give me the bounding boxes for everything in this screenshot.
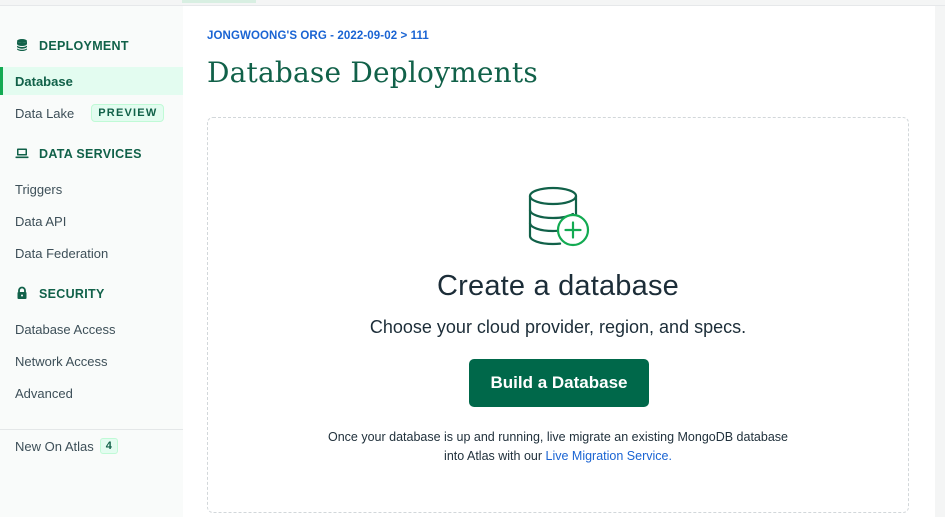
- sidebar-item-label: Database Access: [15, 321, 116, 337]
- sidebar-item-advanced[interactable]: Advanced: [0, 379, 183, 407]
- sidebar-item-label: Advanced: [15, 385, 73, 401]
- sidebar-item-label: New On Atlas: [15, 438, 94, 454]
- preview-badge: PREVIEW: [91, 104, 165, 122]
- database-add-icon: [528, 186, 592, 248]
- database-icon: [15, 38, 29, 55]
- section-heading-security: SECURITY: [15, 284, 105, 304]
- section-heading-deployment: DEPLOYMENT: [15, 36, 129, 56]
- section-heading-label: DATA SERVICES: [39, 147, 142, 161]
- sidebar-item-data-api[interactable]: Data API: [0, 207, 183, 235]
- section-heading-data-services: DATA SERVICES: [15, 144, 142, 164]
- sidebar-divider: [0, 429, 183, 430]
- sidebar-item-label: Data Lake: [15, 105, 75, 121]
- sidebar-item-database[interactable]: Database: [0, 67, 183, 95]
- top-bar-accent: [182, 0, 256, 3]
- sidebar-item-label: Triggers: [15, 181, 63, 197]
- breadcrumb[interactable]: JONGWOONG'S ORG - 2022-09-02 > 111: [207, 30, 429, 42]
- empty-state-card: Create a database Choose your cloud prov…: [207, 117, 909, 513]
- sidebar-item-network-access[interactable]: Network Access: [0, 347, 183, 375]
- scroll-gutter: [935, 6, 945, 517]
- page-title: Database Deployments: [207, 56, 538, 89]
- migration-footnote: Once your database is up and running, li…: [208, 428, 908, 466]
- sidebar-item-label: Network Access: [15, 353, 108, 369]
- footnote-line2: into Atlas with our: [444, 449, 546, 463]
- sidebar-item-new-on-atlas[interactable]: New On Atlas 4: [0, 432, 183, 460]
- empty-state-title: Create a database: [436, 270, 679, 302]
- section-heading-label: DEPLOYMENT: [39, 39, 129, 53]
- footnote-line1: Once your database is up and running, li…: [327, 430, 788, 444]
- sidebar-item-triggers[interactable]: Triggers: [0, 175, 183, 203]
- sidebar: DEPLOYMENT Database Data Lake PREVIEW DA…: [0, 6, 183, 517]
- sidebar-item-label: Database: [15, 73, 73, 89]
- empty-state-subtitle: Choose your cloud provider, region, and …: [369, 317, 747, 337]
- sidebar-item-label: Data Federation: [15, 245, 109, 261]
- count-badge: 4: [99, 438, 118, 454]
- section-heading-label: SECURITY: [39, 287, 105, 301]
- build-database-button[interactable]: Build a Database: [469, 359, 649, 407]
- lock-icon: [15, 286, 29, 303]
- laptop-icon: [15, 146, 29, 163]
- sidebar-item-data-lake[interactable]: Data Lake PREVIEW: [0, 99, 183, 127]
- sidebar-item-database-access[interactable]: Database Access: [0, 315, 183, 343]
- sidebar-item-data-federation[interactable]: Data Federation: [0, 239, 183, 267]
- live-migration-link[interactable]: Live Migration Service.: [546, 449, 672, 463]
- sidebar-item-label: Data API: [15, 213, 67, 229]
